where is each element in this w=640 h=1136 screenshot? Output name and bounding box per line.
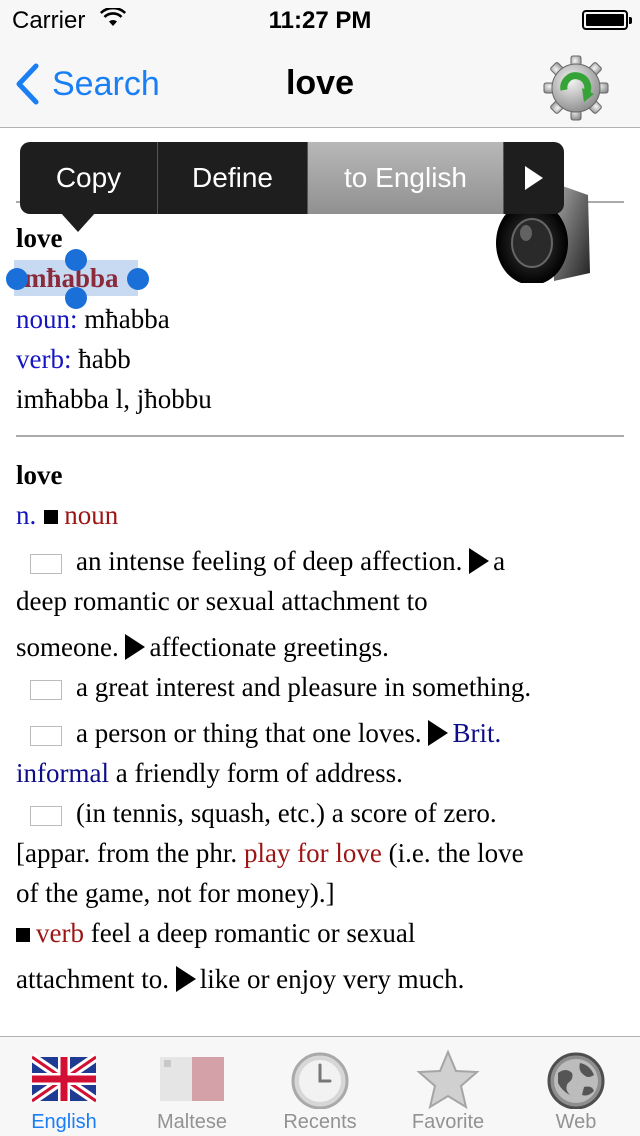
definition-4: (in tennis, squash, etc.) a score of zer… xyxy=(16,798,497,829)
to-english-button[interactable]: to English xyxy=(308,142,504,214)
tab-bar: English Maltese Recents Favorite Web xyxy=(0,1036,640,1136)
tab-label: Maltese xyxy=(156,1111,228,1133)
selection-handle-top[interactable] xyxy=(65,249,87,271)
status-time: 11:27 PM xyxy=(268,7,372,34)
tab-web[interactable]: Web xyxy=(512,1037,640,1136)
definition-2: a great interest and pleasure in somethi… xyxy=(16,672,531,703)
status-bar: Carrier 11:27 PM xyxy=(0,0,640,40)
example-arrow-icon xyxy=(125,634,146,660)
tab-label: Favorite xyxy=(411,1111,485,1133)
edit-menu-pointer xyxy=(60,212,96,232)
sense-number-box xyxy=(30,679,62,700)
example-arrow-icon xyxy=(469,548,490,574)
define-button[interactable]: Define xyxy=(158,142,308,214)
pos-abbr: n. xyxy=(16,500,37,530)
selection-handle-right[interactable] xyxy=(127,268,149,290)
entry2-headword: love xyxy=(16,460,63,490)
sense-number-box xyxy=(30,553,62,574)
example-arrow-icon xyxy=(175,966,196,992)
part-of-speech: n. noun xyxy=(16,500,118,531)
play-arrow-icon xyxy=(525,166,543,190)
tab-label: Web xyxy=(555,1111,597,1133)
entry1-headword: love xyxy=(16,223,63,253)
tab-maltese[interactable]: Maltese xyxy=(128,1037,256,1136)
verb-translation: verb: ħabb xyxy=(16,344,131,375)
definition-1: an intense feeling of deep affection. a xyxy=(16,546,505,577)
edit-menu: Copy Define to English xyxy=(20,142,564,214)
definition-3-cont: informal a friendly form of address. xyxy=(16,758,403,788)
tab-label: Recents xyxy=(283,1111,357,1133)
verb-definition: verb feel a deep romantic or sexual xyxy=(16,918,415,949)
divider xyxy=(16,435,624,437)
definition-content[interactable]: love mħabba noun: mħabba verb: ħabb imħa… xyxy=(0,129,640,1036)
globe-icon xyxy=(547,1052,605,1109)
clock-icon xyxy=(291,1052,349,1109)
tab-recents[interactable]: Recents xyxy=(256,1037,384,1136)
refresh-settings-icon[interactable] xyxy=(542,54,610,122)
verb-value: ħabb xyxy=(78,344,131,374)
more-options-button[interactable] xyxy=(504,142,564,214)
definition-1-example: someone. affectionate greetings. xyxy=(16,632,389,662)
bullet-square-icon xyxy=(44,509,59,524)
tab-favorite[interactable]: Favorite xyxy=(384,1037,512,1136)
uk-flag-icon xyxy=(32,1053,96,1105)
bullet-square-icon xyxy=(16,927,30,942)
verb-definition-cont: attachment to. like or enjoy very much. xyxy=(16,964,465,994)
etymology-phrase-link[interactable]: play for love xyxy=(244,838,382,868)
etymology: [appar. from the phr. play for love (i.e… xyxy=(16,838,524,868)
definition-3: a person or thing that one loves. Brit. xyxy=(16,718,501,749)
tab-english[interactable]: English xyxy=(0,1037,128,1136)
battery-icon xyxy=(582,10,632,30)
definition-1-cont: deep romantic or sexual attachment to xyxy=(16,586,428,616)
copy-button[interactable]: Copy xyxy=(20,142,158,214)
noun-value: mħabba xyxy=(84,304,170,334)
star-icon xyxy=(416,1049,480,1109)
extra-forms: imħabba l, jħobbu xyxy=(16,384,212,414)
noun-translation: noun: mħabba xyxy=(16,304,170,335)
selection-handle-left[interactable] xyxy=(6,268,28,290)
etymology-cont: of the game, not for money).] xyxy=(16,878,335,908)
example-arrow-icon xyxy=(428,720,449,746)
verb-label: verb: xyxy=(16,344,72,374)
navigation-bar: Search love xyxy=(0,40,640,128)
malta-flag-icon xyxy=(160,1057,224,1101)
noun-label: noun: xyxy=(16,304,78,334)
sense-number-box xyxy=(30,805,62,826)
tab-label: English xyxy=(31,1111,97,1133)
sense-number-box xyxy=(30,725,62,746)
pos-noun: noun xyxy=(64,500,119,530)
